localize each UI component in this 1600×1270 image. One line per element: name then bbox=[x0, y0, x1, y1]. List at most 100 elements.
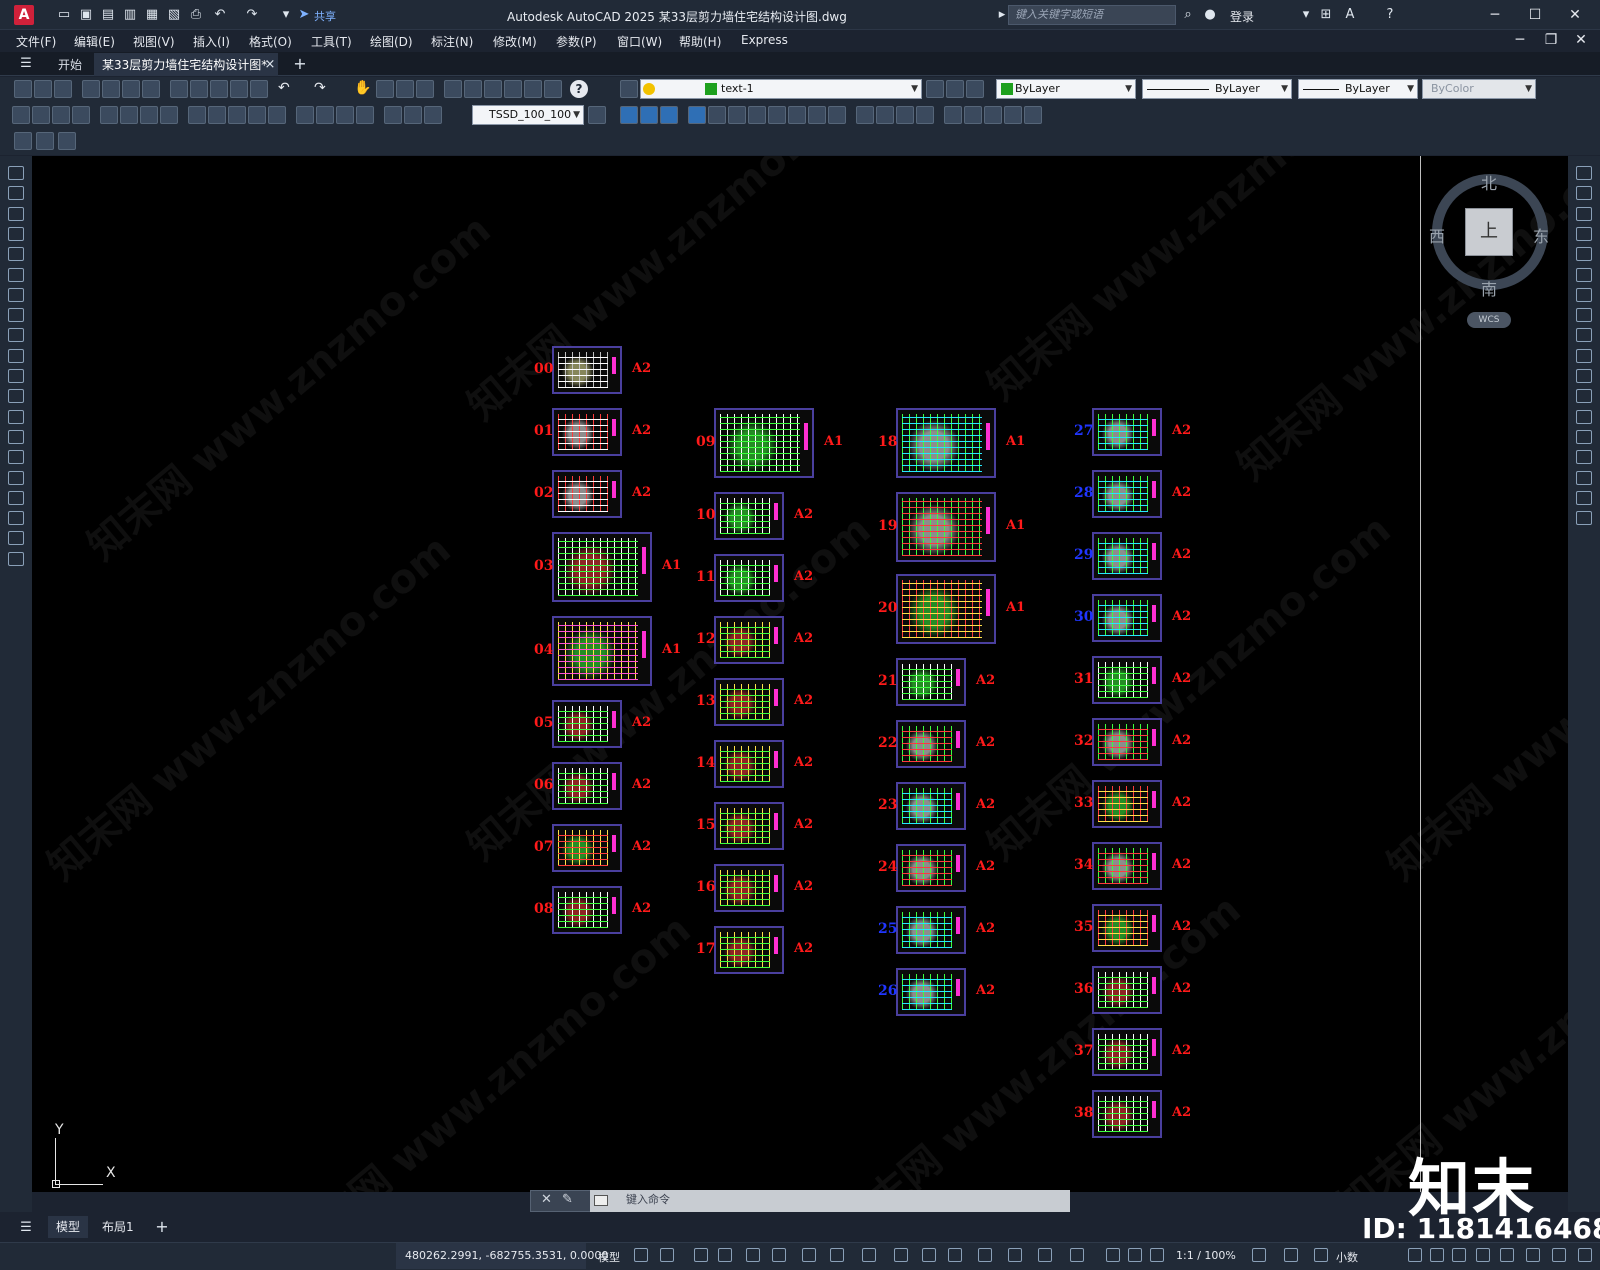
modify-tool-13-icon[interactable] bbox=[1576, 409, 1592, 424]
dim-continue-icon[interactable] bbox=[228, 106, 246, 124]
draw-tool-10-icon[interactable] bbox=[8, 348, 24, 363]
ts-tool-14-icon[interactable] bbox=[896, 106, 914, 124]
compass-west[interactable]: 西 bbox=[1429, 223, 1445, 247]
drawing-sheet-18[interactable] bbox=[896, 408, 996, 478]
menu-modify[interactable]: 修改(M) bbox=[493, 33, 537, 50]
ts-tool-9-icon[interactable] bbox=[788, 106, 806, 124]
status-toggle-28-icon[interactable] bbox=[1526, 1248, 1540, 1262]
inspect-icon[interactable] bbox=[336, 106, 354, 124]
dim-radius-icon[interactable] bbox=[100, 106, 118, 124]
compass-south[interactable]: 南 bbox=[1481, 276, 1497, 300]
drawing-sheet-20[interactable] bbox=[896, 574, 996, 644]
draw-tool-20-icon[interactable] bbox=[8, 551, 24, 566]
status-toggle-8-icon[interactable] bbox=[830, 1248, 844, 1262]
drawing-sheet-05[interactable] bbox=[552, 700, 622, 748]
ts-tool-4-icon[interactable] bbox=[688, 106, 706, 124]
extra-tool-1-icon[interactable] bbox=[14, 132, 32, 150]
dim-baseline-icon[interactable] bbox=[208, 106, 226, 124]
drawing-sheet-25[interactable] bbox=[896, 906, 966, 954]
ts-tool-20-icon[interactable] bbox=[1024, 106, 1042, 124]
tolerance-icon[interactable] bbox=[296, 106, 314, 124]
status-toggle-22-icon[interactable] bbox=[1314, 1248, 1328, 1262]
status-toggle-20-icon[interactable] bbox=[1252, 1248, 1266, 1262]
draw-tool-5-icon[interactable] bbox=[8, 247, 24, 262]
tb-3ddwf-icon[interactable] bbox=[142, 80, 160, 98]
drawing-sheet-10[interactable] bbox=[714, 492, 784, 540]
tb-toolpalettes-icon[interactable] bbox=[484, 80, 502, 98]
ts-tool-19-icon[interactable] bbox=[1004, 106, 1022, 124]
drawing-canvas[interactable]: 知末网 www.znzmo.com 知末网 www.znzmo.com 知末网 ww… bbox=[32, 156, 1568, 1192]
viewcube-top-face[interactable]: 上 bbox=[1465, 208, 1513, 256]
login-dropdown-icon[interactable]: ▾ bbox=[1298, 7, 1314, 23]
status-toggle-29-icon[interactable] bbox=[1552, 1248, 1566, 1262]
tb-designcenter-icon[interactable] bbox=[464, 80, 482, 98]
status-toggle-16-icon[interactable] bbox=[1070, 1248, 1084, 1262]
autodesk-a-icon[interactable]: A bbox=[1342, 7, 1358, 23]
ts-tool-1-icon[interactable] bbox=[620, 106, 638, 124]
drawing-sheet-09[interactable] bbox=[714, 408, 814, 478]
ts-tool-17-icon[interactable] bbox=[964, 106, 982, 124]
customize-quick-access-icon[interactable]: ▾ bbox=[278, 7, 294, 23]
status-toggle-25-icon[interactable] bbox=[1452, 1248, 1466, 1262]
search-icon[interactable]: ⌕ bbox=[1180, 7, 1196, 23]
cmd-customize-icon[interactable]: ✎ bbox=[562, 1192, 573, 1207]
tb-paste-icon[interactable] bbox=[210, 80, 228, 98]
open-file-icon[interactable]: ▣ bbox=[78, 7, 94, 23]
layer-combo[interactable]: text-1 ▼ bbox=[640, 79, 922, 99]
dim-diameter-icon[interactable] bbox=[140, 106, 158, 124]
annotation-scale[interactable]: 1:1 / 100% bbox=[1176, 1249, 1236, 1262]
modify-tool-8-icon[interactable] bbox=[1576, 308, 1592, 323]
ts-tool-15-icon[interactable] bbox=[916, 106, 934, 124]
status-toggle-27-icon[interactable] bbox=[1500, 1248, 1514, 1262]
wcs-menu[interactable]: WCS bbox=[1467, 312, 1511, 328]
drawing-sheet-01[interactable] bbox=[552, 408, 622, 456]
tb-pan-icon[interactable]: ✋ bbox=[354, 80, 371, 96]
doc-restore-button[interactable]: ❐ bbox=[1536, 30, 1566, 50]
draw-tool-11-icon[interactable] bbox=[8, 369, 24, 383]
drawing-sheet-26[interactable] bbox=[896, 968, 966, 1016]
menu-express[interactable]: Express bbox=[741, 33, 788, 47]
drawing-sheet-35[interactable] bbox=[1092, 904, 1162, 952]
status-toggle-30-icon[interactable] bbox=[1578, 1248, 1592, 1262]
menu-insert[interactable]: 插入(I) bbox=[193, 33, 230, 50]
jogged-linear-icon[interactable] bbox=[356, 106, 374, 124]
login-button[interactable]: 登录 bbox=[1230, 8, 1254, 25]
ts-tool-11-icon[interactable] bbox=[828, 106, 846, 124]
draw-tool-12-icon[interactable] bbox=[8, 389, 24, 404]
drawing-sheet-02[interactable] bbox=[552, 470, 622, 518]
modify-tool-2-icon[interactable] bbox=[1576, 186, 1592, 201]
drawing-sheet-33[interactable] bbox=[1092, 780, 1162, 828]
cmd-close-icon[interactable]: ✕ bbox=[541, 1192, 552, 1207]
ts-tool-8-icon[interactable] bbox=[768, 106, 786, 124]
draw-tool-2-icon[interactable] bbox=[8, 186, 24, 201]
tb-redo-icon[interactable]: ↷ bbox=[314, 80, 326, 96]
save-web-icon[interactable]: ▧ bbox=[166, 7, 182, 23]
draw-tool-14-icon[interactable] bbox=[8, 429, 24, 444]
status-toggle-3-icon[interactable] bbox=[694, 1248, 708, 1262]
save-as-icon[interactable]: ▥ bbox=[122, 7, 138, 23]
draw-tool-1-icon[interactable] bbox=[8, 166, 24, 180]
dim-linear-icon[interactable] bbox=[12, 106, 30, 124]
autocad-logo-icon[interactable]: A bbox=[14, 5, 34, 25]
modify-tool-3-icon[interactable] bbox=[1576, 206, 1592, 221]
menu-dimension[interactable]: 标注(N) bbox=[431, 33, 473, 50]
tb-zoom-realtime-icon[interactable] bbox=[376, 80, 394, 98]
dim-aligned-icon[interactable] bbox=[32, 106, 50, 124]
modify-tool-9-icon[interactable] bbox=[1576, 328, 1592, 343]
tb-help-icon[interactable]: ? bbox=[570, 80, 588, 98]
tb-new-icon[interactable] bbox=[14, 80, 32, 98]
tab-layout1[interactable]: 布局1 bbox=[96, 1216, 140, 1238]
user-icon[interactable]: ● bbox=[1202, 7, 1218, 23]
draw-tool-9-icon[interactable] bbox=[8, 328, 24, 343]
modify-tool-10-icon[interactable] bbox=[1576, 348, 1592, 363]
drawing-sheet-38[interactable] bbox=[1092, 1090, 1162, 1138]
dim-text-edit-icon[interactable] bbox=[404, 106, 422, 124]
share-label[interactable]: 共享 bbox=[314, 8, 336, 24]
status-toggle-5-icon[interactable] bbox=[746, 1248, 760, 1262]
status-toggle-17-icon[interactable] bbox=[1106, 1248, 1120, 1262]
tb-open-icon[interactable] bbox=[34, 80, 52, 98]
new-file-icon[interactable]: ▭ bbox=[56, 7, 72, 23]
drawing-sheet-06[interactable] bbox=[552, 762, 622, 810]
modify-tool-7-icon[interactable] bbox=[1576, 287, 1592, 302]
tb-undo-icon[interactable]: ↶ bbox=[278, 80, 290, 96]
